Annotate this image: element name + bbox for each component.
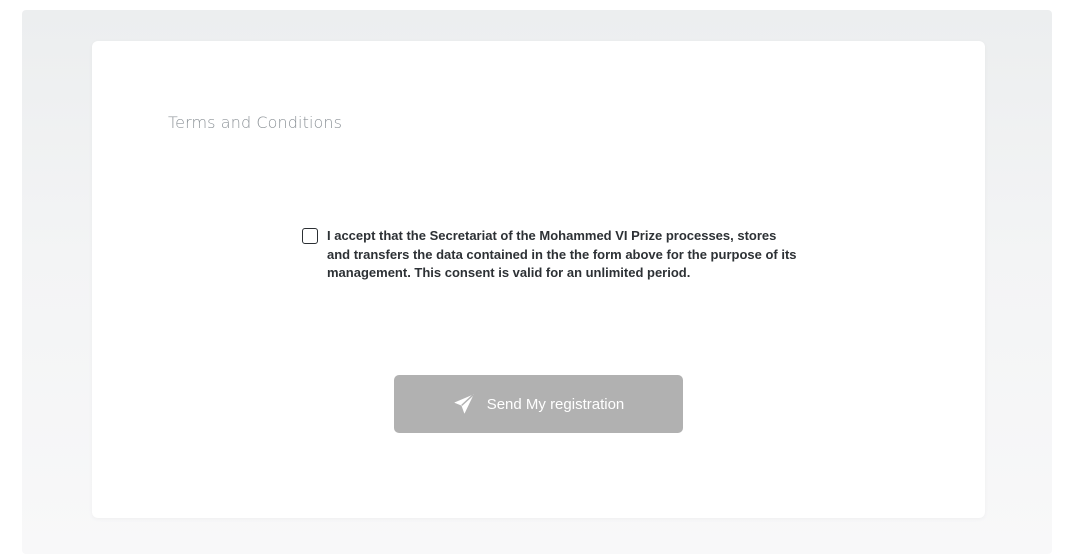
section-title: Terms and Conditions (168, 113, 343, 132)
paper-plane-icon (453, 393, 475, 415)
terms-card: Terms and Conditions I accept that the S… (92, 41, 985, 518)
send-registration-label: Send My registration (486, 395, 625, 413)
send-registration-button[interactable]: Send My registration (394, 375, 683, 433)
consent-row[interactable]: I accept that the Secretariat of the Moh… (302, 227, 802, 283)
consent-text: I accept that the Secretariat of the Moh… (327, 228, 797, 280)
consent-checkbox[interactable] (302, 228, 318, 244)
page: Terms and Conditions I accept that the S… (0, 0, 1075, 554)
